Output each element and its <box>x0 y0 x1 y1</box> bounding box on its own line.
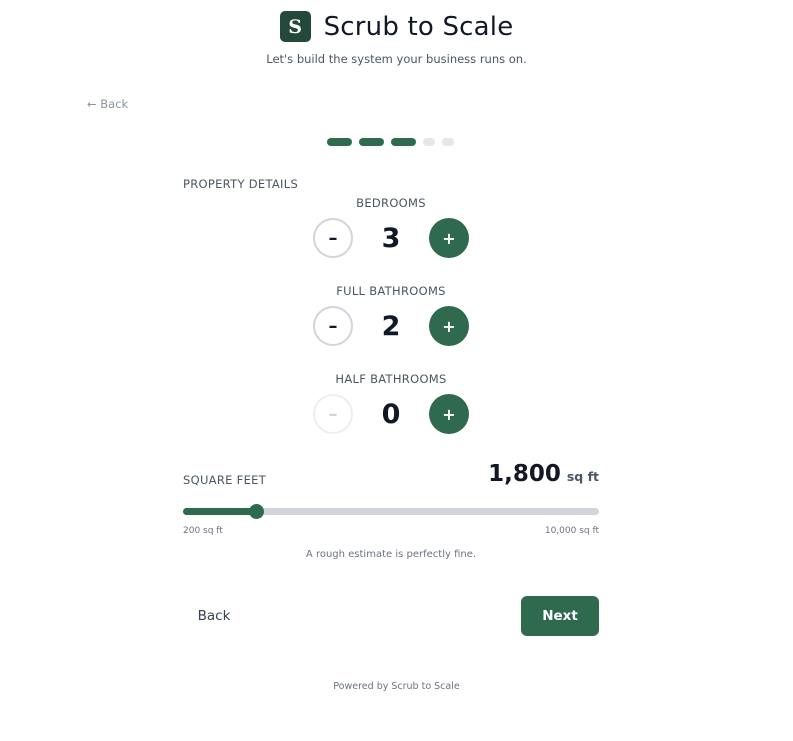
square-feet-unit: sq ft <box>566 469 599 484</box>
half-bathrooms-decrement-button[interactable]: – <box>313 394 353 434</box>
half-bathrooms-label: HALF BATHROOMS <box>335 372 447 386</box>
square-feet-readout: 1,800 sq ft <box>488 461 599 487</box>
bedrooms-increment-button[interactable]: + <box>429 218 469 258</box>
full-bathrooms-value: 2 <box>381 310 401 342</box>
bedrooms-decrement-button[interactable]: – <box>313 218 353 258</box>
progress-step-2 <box>359 138 384 146</box>
square-feet-value: 1,800 <box>488 461 561 487</box>
full-bathrooms-decrement-button[interactable]: – <box>313 306 353 346</box>
logo: S <box>279 11 311 42</box>
bedrooms-stepper: – 3 + <box>313 218 469 258</box>
square-feet-slider[interactable] <box>183 504 599 519</box>
brand-header: S Scrub to Scale <box>0 11 793 42</box>
back-button[interactable]: Back <box>183 600 245 632</box>
square-feet-max-label: 10,000 sq ft <box>544 526 599 536</box>
bedrooms-value: 3 <box>381 222 401 254</box>
square-feet-slider-fill <box>183 508 256 515</box>
bedrooms-label: BEDROOMS <box>356 196 426 210</box>
square-feet-hint: A rough estimate is perfectly fine. <box>305 549 477 560</box>
powered-by: Powered by Scrub to Scale <box>333 681 460 692</box>
progress-indicator <box>327 138 454 146</box>
square-feet-label: SQUARE FEET <box>183 473 267 487</box>
square-feet-min-label: 200 sq ft <box>183 526 223 536</box>
app-title: Scrub to Scale <box>323 11 514 42</box>
progress-step-5 <box>442 138 454 146</box>
full-bathrooms-label: FULL BATHROOMS <box>336 284 446 298</box>
progress-step-3 <box>391 138 416 146</box>
section-title: PROPERTY DETAILS <box>183 177 299 191</box>
square-feet-slider-thumb[interactable] <box>248 504 264 519</box>
full-bathrooms-increment-button[interactable]: + <box>429 306 469 346</box>
full-bathrooms-stepper: – 2 + <box>313 306 469 346</box>
half-bathrooms-stepper: – 0 + <box>313 394 469 434</box>
back-link[interactable]: ← Back <box>87 97 128 111</box>
half-bathrooms-increment-button[interactable]: + <box>429 394 469 434</box>
next-button[interactable]: Next <box>521 596 599 636</box>
onboarding-page: S Scrub to Scale Let's build the system … <box>0 0 793 741</box>
progress-step-1 <box>327 138 352 146</box>
progress-step-4 <box>423 138 435 146</box>
half-bathrooms-value: 0 <box>381 398 401 430</box>
subtitle: Let's build the system your business run… <box>266 52 527 66</box>
